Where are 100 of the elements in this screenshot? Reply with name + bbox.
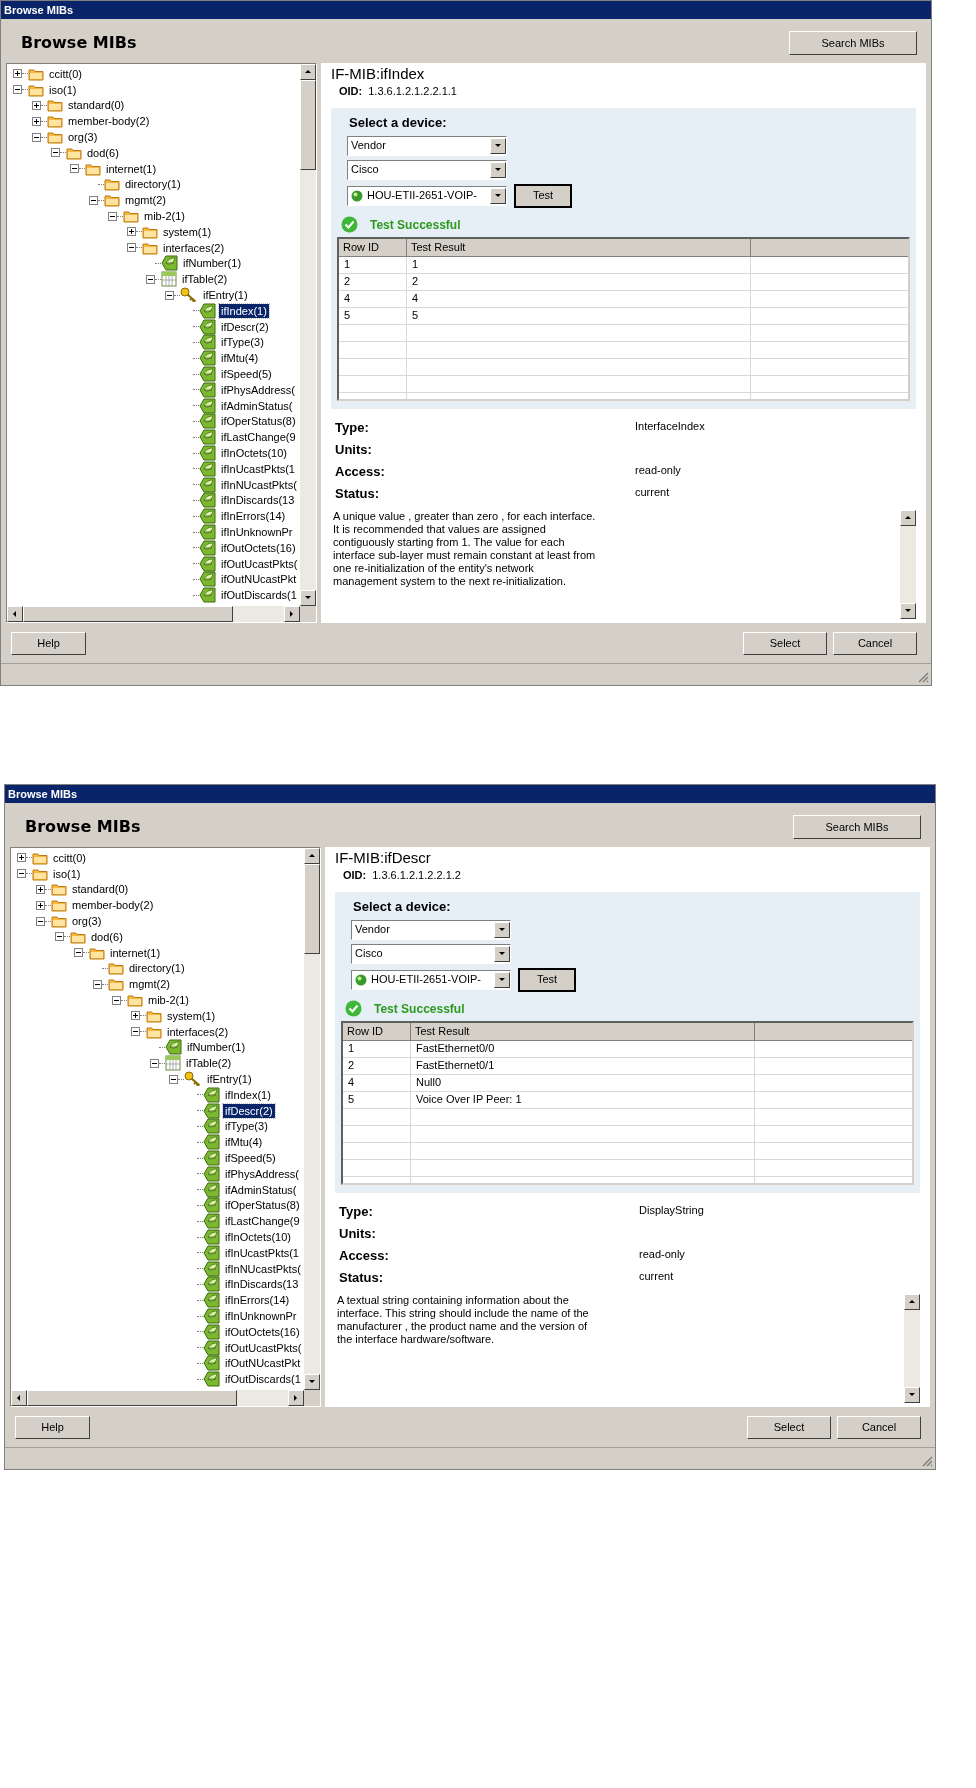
dropdown-arrow-button[interactable] [494,921,510,938]
dropdown-arrow-button[interactable] [490,161,506,178]
vertical-scrollbar[interactable] [904,1293,920,1403]
tree-item[interactable]: org(3) [70,914,104,929]
vertical-scrollbar[interactable] [300,64,316,606]
tree-item[interactable]: directory(1) [127,961,187,976]
dropdown-arrow-button[interactable] [490,187,506,204]
scroll-up-button[interactable] [300,64,316,80]
scroll-thumb[interactable] [300,80,316,170]
tree-item[interactable]: interfaces(2) [165,1024,231,1039]
scroll-down-button[interactable] [900,603,916,619]
tree-item[interactable]: ccitt(0) [51,850,88,865]
collapse-toggle[interactable] [93,979,102,989]
tree-item[interactable]: ifDescr(2) [223,1103,275,1118]
tree-item[interactable]: ifInUnknownPr [223,1309,299,1323]
tree-item[interactable]: ifMtu(4) [223,1135,265,1150]
collapse-toggle[interactable] [74,948,83,958]
tree-item[interactable]: interfaces(2) [161,240,227,255]
tree-item[interactable]: ifInUnknownPr [219,525,295,539]
collapse-toggle[interactable] [55,932,64,942]
collapse-toggle[interactable] [13,85,22,95]
tree-item[interactable]: iso(1) [47,82,79,97]
tree-item[interactable]: org(3) [66,130,100,145]
select-button[interactable]: Select [743,631,827,655]
device-dropdown[interactable]: HOU-ETII-2651-VOIP- [351,969,511,990]
tree-item[interactable]: system(1) [161,224,214,239]
scroll-thumb[interactable] [304,864,320,954]
tree-item[interactable]: ifInOctets(10) [219,446,290,460]
help-button[interactable]: Help [15,1415,90,1439]
collapse-toggle[interactable] [108,211,117,221]
collapse-toggle[interactable] [32,132,41,142]
tree-item[interactable]: ifSpeed(5) [219,367,274,382]
tree-item[interactable]: ifInUcastPkts(1 [223,1245,301,1260]
scroll-up-button[interactable] [904,1293,920,1310]
tree-item[interactable]: ifOutNUcastPkt [223,1356,303,1371]
scroll-down-button[interactable] [304,1374,320,1390]
vendor-dropdown[interactable]: Vendor [351,919,511,940]
expand-toggle[interactable] [32,116,41,126]
tree-item[interactable]: ifPhysAddress( [223,1166,301,1181]
maker-dropdown[interactable]: Cisco [351,943,511,964]
tree-item[interactable]: ifOutDiscards(1 [223,1372,303,1387]
collapse-toggle[interactable] [89,195,98,205]
expand-toggle[interactable] [17,853,26,863]
dropdown-arrow-button[interactable] [494,945,510,962]
expand-toggle[interactable] [36,900,45,910]
collapse-toggle[interactable] [127,243,136,253]
scroll-right-button[interactable] [288,1390,304,1406]
collapse-toggle[interactable] [131,1027,140,1037]
tree-item[interactable]: ifAdminStatus( [223,1182,299,1197]
tree-item[interactable]: ifInOctets(10) [223,1230,294,1244]
tree-item[interactable]: ifOutOctets(16) [219,540,298,555]
tree-item[interactable]: ifInUcastPkts(1 [219,461,297,476]
tree-item[interactable]: ifLastChange(9 [219,430,298,445]
tree-item[interactable]: ifSpeed(5) [223,1151,278,1166]
collapse-toggle[interactable] [70,164,79,174]
scroll-thumb[interactable] [27,1390,237,1406]
maker-dropdown[interactable]: Cisco [347,159,507,180]
expand-toggle[interactable] [36,885,45,894]
collapse-toggle[interactable] [17,869,26,879]
tree-item[interactable]: dod(6) [89,929,125,944]
tree-item[interactable]: ifOperStatus(8) [219,414,298,429]
collapse-toggle[interactable] [146,274,155,284]
collapse-toggle[interactable] [169,1074,178,1084]
scroll-down-button[interactable] [904,1387,920,1403]
horizontal-scrollbar[interactable] [11,1390,320,1406]
tree-item[interactable]: standard(0) [66,98,127,113]
scroll-up-button[interactable] [304,848,320,864]
dropdown-arrow-button[interactable] [494,971,510,988]
tree-item[interactable]: iso(1) [51,866,83,881]
tree-item[interactable]: directory(1) [123,177,183,192]
tree-item[interactable]: ifInDiscards(13 [223,1277,301,1292]
test-button[interactable]: Test [518,967,576,992]
tree-item[interactable]: ifEntry(1) [205,1072,254,1087]
collapse-toggle[interactable] [165,290,174,300]
scroll-up-button[interactable] [900,509,916,526]
tree-item[interactable]: ifOutUcastPkts( [223,1340,304,1355]
cancel-button[interactable]: Cancel [837,1415,921,1439]
tree-item[interactable]: ifNumber(1) [185,1040,248,1055]
tree-item[interactable]: ifOutUcastPkts( [219,556,300,571]
help-button[interactable]: Help [11,631,86,655]
tree-item[interactable]: member-body(2) [66,114,152,129]
tree-item[interactable]: mib-2(1) [142,209,187,224]
search-button[interactable]: Search MIBs [793,815,921,839]
collapse-toggle[interactable] [36,916,45,926]
tree-item[interactable]: internet(1) [108,945,163,960]
expand-toggle[interactable] [127,227,136,237]
tree-item[interactable]: ifLastChange(9 [223,1214,302,1229]
vertical-scrollbar[interactable] [900,509,916,619]
dropdown-arrow-button[interactable] [490,137,506,154]
scroll-down-button[interactable] [300,590,316,606]
resize-grip-icon[interactable] [917,671,929,683]
horizontal-scrollbar[interactable] [7,606,316,622]
tree-item[interactable]: mib-2(1) [146,993,191,1008]
resize-grip-icon[interactable] [921,1455,933,1467]
tree-item[interactable]: ifInDiscards(13 [219,493,297,508]
tree-item[interactable]: mgmt(2) [127,977,172,992]
tree-item[interactable]: ifAdminStatus( [219,398,295,413]
tree-item[interactable]: ifIndex(1) [219,303,269,318]
expand-toggle[interactable] [131,1011,140,1021]
tree-item[interactable]: member-body(2) [70,898,156,913]
